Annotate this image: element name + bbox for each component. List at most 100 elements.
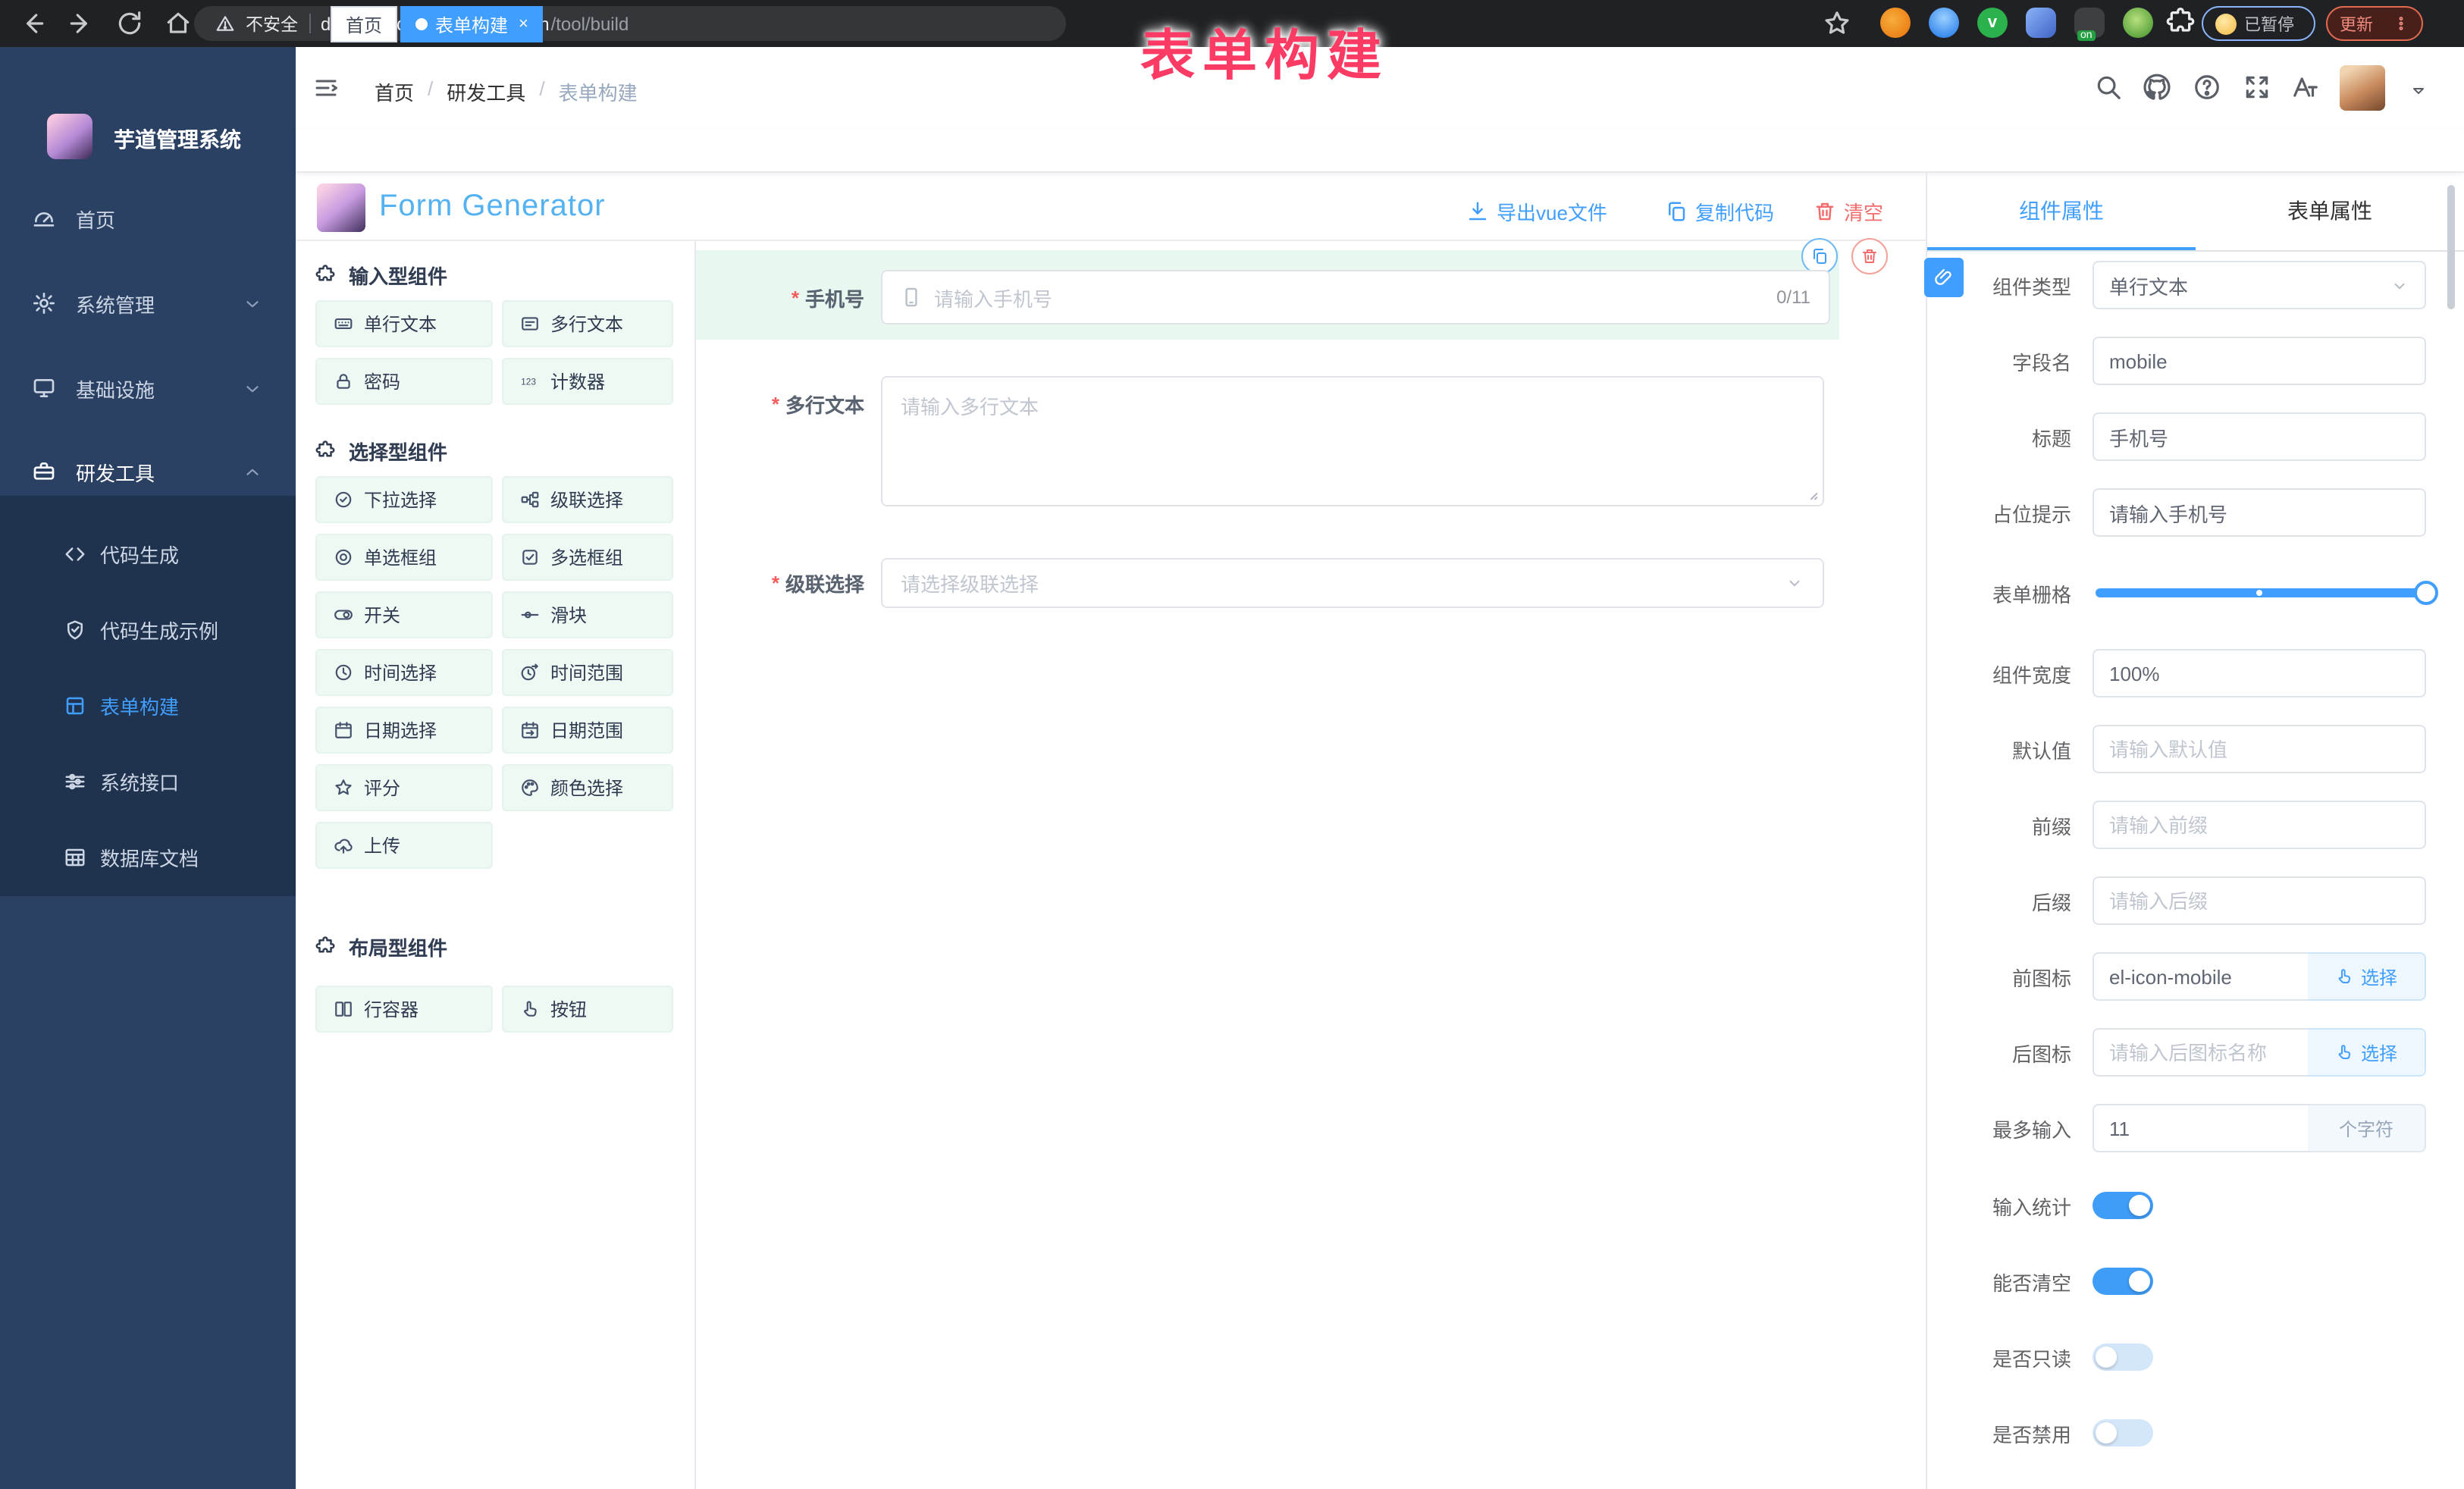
component-upload[interactable]: 上传 <box>315 822 493 869</box>
counter-123-icon: 123 <box>520 371 540 391</box>
prefix-input[interactable] <box>2093 801 2426 849</box>
tag-home[interactable]: 首页 <box>331 6 397 42</box>
form-grid-slider[interactable] <box>2096 588 2426 597</box>
title-input[interactable] <box>2093 412 2426 461</box>
extensions-puzzle-icon[interactable] <box>2165 8 2196 38</box>
address-bar[interactable]: 不安全 dashboard.yudao.iocoder.cn/tool/buil… <box>194 6 1066 41</box>
extension-icon[interactable]: on <box>2074 8 2105 38</box>
extension-icon[interactable] <box>1929 8 1959 38</box>
delete-field-button[interactable] <box>1851 238 1888 274</box>
duplicate-field-button[interactable] <box>1801 238 1838 274</box>
back-icon[interactable] <box>18 9 47 38</box>
sidebar-item-system[interactable]: 系统管理 <box>0 270 296 337</box>
help-icon[interactable] <box>2193 73 2221 102</box>
sidebar-item-home[interactable]: 首页 <box>0 185 296 252</box>
phone-input[interactable]: 请输入手机号 0/11 <box>881 270 1830 324</box>
sidebar-item-label: 首页 <box>76 204 115 233</box>
section-title: 选择型组件 <box>349 437 447 466</box>
tab-component-props[interactable]: 组件属性 <box>1927 171 2196 250</box>
textarea-input[interactable]: 请输入多行文本 <box>881 376 1824 506</box>
form-grid-icon <box>64 694 86 716</box>
extension-icon[interactable] <box>2123 8 2153 38</box>
component-color-picker[interactable]: 颜色选择 <box>502 764 673 811</box>
component-rate[interactable]: 评分 <box>315 764 493 811</box>
component-row-container[interactable]: 行容器 <box>315 986 493 1033</box>
component-password[interactable]: 密码 <box>315 358 493 405</box>
export-vue-button[interactable]: 导出vue文件 <box>1466 197 1607 226</box>
clearable-toggle[interactable] <box>2093 1268 2153 1295</box>
component-select[interactable]: 下拉选择 <box>315 476 493 523</box>
sidebar-item-infra[interactable]: 基础设施 <box>0 355 296 422</box>
resize-handle-icon[interactable] <box>1803 485 1820 502</box>
choose-label: 选择 <box>2361 1039 2397 1065</box>
component-button[interactable]: 按钮 <box>502 986 673 1033</box>
component-width-input[interactable] <box>2093 649 2426 697</box>
component-time-range[interactable]: 时间范围 <box>502 649 673 696</box>
component-date-picker[interactable]: 日期选择 <box>315 707 493 754</box>
github-icon[interactable] <box>2143 73 2171 102</box>
default-value-input[interactable] <box>2093 725 2426 773</box>
component-type-select[interactable]: 单行文本 <box>2093 261 2426 309</box>
search-icon[interactable] <box>2094 73 2123 102</box>
cascader-input[interactable]: 请选择级联选择 <box>881 558 1824 608</box>
extension-icon[interactable] <box>1880 8 1911 38</box>
hamburger-icon[interactable] <box>311 74 341 102</box>
field-name-input[interactable] <box>2093 337 2426 385</box>
sidebar-item-codegen-demo[interactable]: 代码生成示例 <box>0 596 296 663</box>
sidebar-item-form-builder[interactable]: 表单构建 <box>0 672 296 738</box>
component-switch[interactable]: 开关 <box>315 591 493 638</box>
extension-icon[interactable] <box>2026 8 2056 38</box>
profile-paused-chip[interactable]: 已暂停 <box>2202 6 2315 41</box>
panel-scrollbar[interactable] <box>2447 185 2455 309</box>
disabled-toggle[interactable] <box>2093 1419 2153 1447</box>
component-date-range[interactable]: 日期范围 <box>502 707 673 754</box>
toggle-knob <box>2096 1422 2117 1444</box>
sidebar-item-db-doc[interactable]: 数据库文档 <box>0 823 296 890</box>
component-counter[interactable]: 123计数器 <box>502 358 673 405</box>
placeholder-input[interactable] <box>2093 488 2426 537</box>
browser-update-chip[interactable]: 更新 <box>2326 6 2423 41</box>
suffix-icon-choose-button[interactable]: 选择 <box>2308 1028 2426 1077</box>
tab-form-props[interactable]: 表单属性 <box>2196 171 2464 250</box>
tag-form-builder[interactable]: 表单构建 × <box>400 6 544 42</box>
component-cascader[interactable]: 级联选择 <box>502 476 673 523</box>
reload-icon[interactable] <box>115 9 144 38</box>
active-dot <box>415 18 428 30</box>
clock-range-icon <box>520 663 540 682</box>
kebab-menu-icon[interactable] <box>2393 15 2409 32</box>
prop-label: 后图标 <box>1889 1028 2071 1077</box>
component-slider[interactable]: 滑块 <box>502 591 673 638</box>
fullscreen-icon[interactable] <box>2243 73 2271 102</box>
font-size-icon[interactable] <box>2291 73 2320 102</box>
component-checkbox-group[interactable]: 多选框组 <box>502 534 673 581</box>
forward-icon[interactable] <box>67 9 96 38</box>
suffix-input[interactable] <box>2093 876 2426 925</box>
component-label: 单行文本 <box>364 311 437 337</box>
component-single-text[interactable]: 单行文本 <box>315 300 493 347</box>
component-radio-group[interactable]: 单选框组 <box>315 534 493 581</box>
prefix-icon-choose-button[interactable]: 选择 <box>2308 952 2426 1001</box>
slider-handle[interactable] <box>2414 581 2438 605</box>
input-stats-toggle[interactable] <box>2093 1192 2153 1219</box>
copy-code-button[interactable]: 复制代码 <box>1665 197 1774 226</box>
user-caret-icon[interactable] <box>2409 82 2428 100</box>
tag-close-icon[interactable]: × <box>519 15 528 33</box>
breadcrumb-home[interactable]: 首页 <box>375 77 414 106</box>
clear-button[interactable]: 清空 <box>1814 197 1883 226</box>
suffix-icon-input[interactable] <box>2093 1028 2309 1077</box>
extension-icon[interactable]: v <box>1977 8 2008 38</box>
sidebar-item-devtools[interactable]: 研发工具 <box>0 438 296 505</box>
home-icon[interactable] <box>164 9 193 38</box>
chevron-down-icon <box>243 293 262 313</box>
tag-label: 首页 <box>346 11 382 37</box>
prefix-icon-input[interactable] <box>2093 952 2309 1001</box>
sidebar-item-codegen[interactable]: 代码生成 <box>0 520 296 587</box>
component-time-picker[interactable]: 时间选择 <box>315 649 493 696</box>
user-avatar[interactable] <box>2340 65 2385 111</box>
component-textarea[interactable]: 多行文本 <box>502 300 673 347</box>
readonly-toggle[interactable] <box>2093 1343 2153 1371</box>
max-length-input[interactable] <box>2093 1104 2309 1152</box>
bookmark-star-icon[interactable] <box>1823 9 1851 38</box>
sidebar-item-api[interactable]: 系统接口 <box>0 748 296 814</box>
breadcrumb-devtools[interactable]: 研发工具 <box>447 77 525 106</box>
